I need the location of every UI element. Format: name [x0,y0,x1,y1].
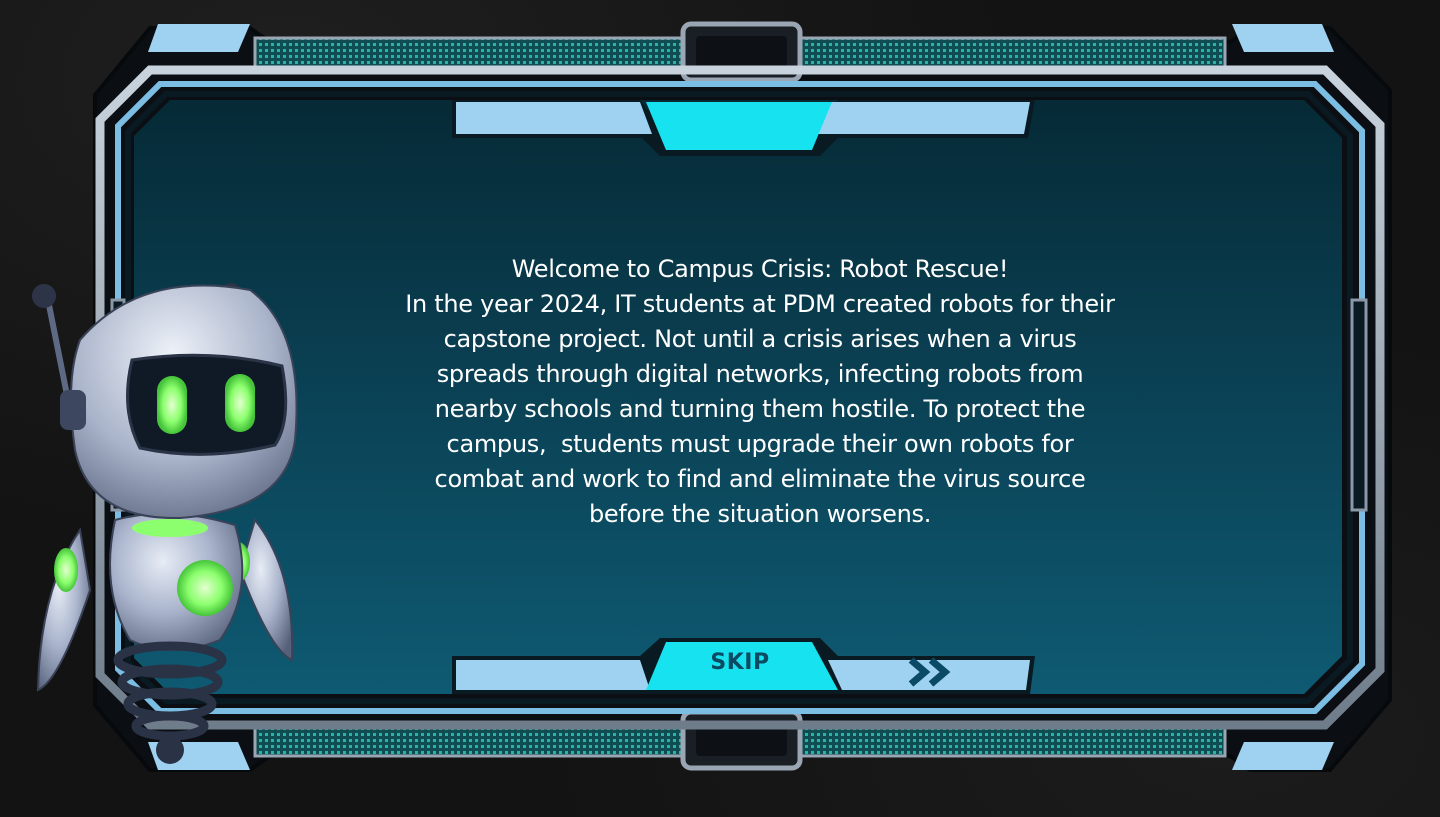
robot-mascot [32,283,298,764]
story-line: spreads through digital networks, infect… [436,360,1084,388]
game-stage: Welcome to Campus Crisis: Robot Rescue! … [0,0,1440,817]
story-line: before the situation worsens. [588,500,932,528]
skip-button-label: SKIP [710,650,770,675]
story-line: combat and work to find and eliminate th… [434,465,1086,493]
story-line: campus, students must upgrade their own … [446,430,1074,458]
story-line: capstone project. Not until a crisis ari… [443,325,1077,353]
next-button[interactable] [905,652,961,692]
story-dialog-text: Welcome to Campus Crisis: Robot Rescue! … [340,252,1180,532]
double-chevron-right-icon [908,657,951,687]
story-title: Welcome to Campus Crisis: Robot Rescue! [511,255,1009,283]
story-line: nearby schools and turning them hostile.… [434,395,1086,423]
story-line: In the year 2024, IT students at PDM cre… [405,290,1115,318]
robot-eye-right [225,374,255,432]
robot-eye-left [157,376,187,434]
skip-button[interactable]: SKIP [640,640,840,690]
